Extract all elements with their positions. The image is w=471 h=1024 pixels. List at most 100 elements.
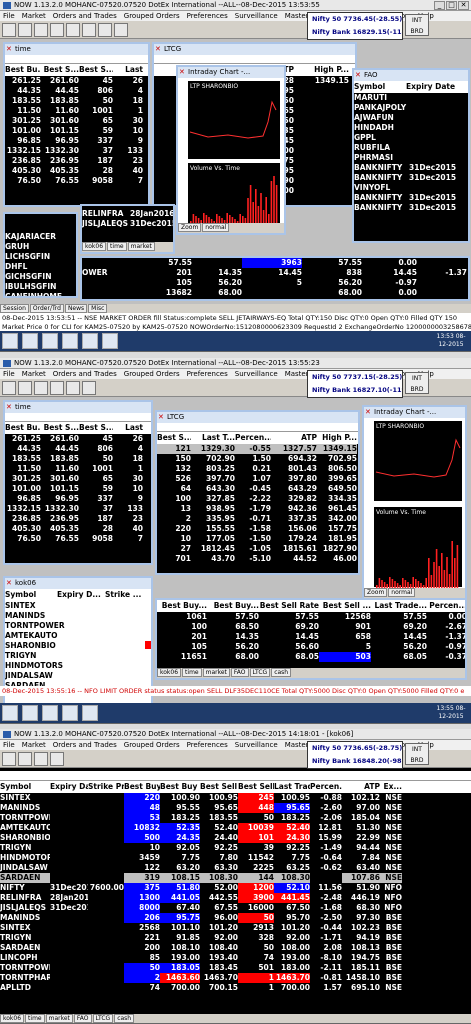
- toolbar-button[interactable]: [66, 381, 80, 395]
- list-item[interactable]: GRUH: [5, 242, 76, 252]
- app-icon[interactable]: [22, 705, 38, 721]
- int-brd-box[interactable]: INT BRD: [405, 743, 429, 765]
- table-row[interactable]: SINTEX 2568 101.10 101.20 2913 101.20 -0.44 102…: [0, 923, 471, 933]
- toolbar-button[interactable]: [50, 23, 64, 37]
- list-item[interactable]: CANFINHOME: [5, 292, 76, 296]
- table-row[interactable]: JINDALSAW: [5, 671, 151, 681]
- menu-item-market[interactable]: Market: [22, 370, 46, 378]
- table-row[interactable]: 101.00 101.15 59 10: [5, 484, 151, 494]
- table-row[interactable]: PANKAJPOLY: [354, 103, 468, 113]
- app-icon[interactable]: [42, 333, 58, 349]
- toolbar-button[interactable]: [66, 23, 80, 37]
- table-row[interactable]: 44.35 44.45 806 4: [5, 444, 151, 454]
- tab-misc[interactable]: Misc: [88, 304, 108, 313]
- market-window[interactable]: Best Buy... Best Buy...Best Sell Rate Best…: [155, 598, 467, 680]
- kok06-market-grid[interactable]: Symbol Expiry DateStrike Pri...Best Buy .…: [0, 781, 471, 1014]
- tab[interactable]: LTCG: [249, 668, 271, 677]
- table-row[interactable]: 220 155.55 -1.58 156.06 157.75: [157, 524, 358, 534]
- table-row[interactable]: HINDMOTORS 3459 7.75 7.80 11542 7.75 -0.64 7.84…: [0, 853, 471, 863]
- toolbar-button[interactable]: [114, 23, 128, 37]
- menu-item-grouped-orders[interactable]: Grouped Orders: [124, 12, 180, 20]
- table-row[interactable]: AMTEKAUTO 10832 52.35 52.40 10039 52.40 12.81 5…: [0, 823, 471, 833]
- table-row[interactable]: 11.50 11.60 1001 1: [5, 464, 151, 474]
- table-row[interactable]: SARDAEN 200 108.10 108.40 50 108.00 2.08 108.13…: [0, 943, 471, 953]
- close-button[interactable]: ✕: [458, 1, 469, 10]
- toolbar-button[interactable]: [50, 381, 64, 395]
- table-row[interactable]: JISLJALEQS 31Dec2015: [82, 219, 173, 229]
- table-row[interactable]: 101.00 101.15 59 10: [5, 126, 148, 136]
- toolbar-button[interactable]: [18, 752, 32, 766]
- app-icon[interactable]: [22, 333, 38, 349]
- table-row[interactable]: BANKNIFTY 31Dec2015: [354, 173, 468, 183]
- table-row[interactable]: 27 1812.45 -1.05 1815.61 1827.90: [157, 544, 358, 554]
- app-icon[interactable]: [42, 705, 58, 721]
- table-row[interactable]: BANKNIFTY 31Dec2015: [354, 193, 468, 203]
- toolbar-button[interactable]: [18, 381, 32, 395]
- menu-item-surveillance[interactable]: Surveillance: [235, 741, 278, 749]
- app-icon[interactable]: [82, 705, 98, 721]
- list-item[interactable]: DHFL: [5, 262, 76, 272]
- tab-cash[interactable]: cash: [114, 1014, 135, 1023]
- table-row[interactable]: 183.55 183.85 50 18: [5, 454, 151, 464]
- symbol-list-window[interactable]: KAJARIACER GRUH LICHSGFIN DHFL GICHSGFIN IBUL…: [3, 212, 78, 298]
- tab-ord-trd[interactable]: Order/Trd: [29, 304, 64, 313]
- table-row[interactable]: 526 397.70 1.07 397.80 399.65: [157, 474, 358, 484]
- time-window[interactable]: time Best Bu...Best S...Best S...Last 26…: [3, 400, 153, 565]
- table-row[interactable]: 2 335.95 -0.71 337.35 342.00: [157, 514, 358, 524]
- table-row[interactable]: 13682 68.00 68.00 0.00: [82, 288, 468, 298]
- market-window[interactable]: 57.55 3963 57.55 0.00 OWER 201 14.35 14.45 838 14…: [80, 256, 470, 301]
- table-row[interactable]: 64 643.30 -0.45 643.29 649.50: [157, 484, 358, 494]
- time-window[interactable]: time Best Bu...Best S...Best S...Last 26…: [3, 42, 150, 207]
- zoom-tab[interactable]: Zoom: [364, 588, 388, 597]
- int-brd-box[interactable]: INT BRD: [405, 372, 429, 394]
- table-row[interactable]: MANINDS 48 95.55 95.65 448 95.65 -2.60 97.00 NSE: [0, 803, 471, 813]
- table-row[interactable]: 105 56.20 56.60 5 56.20 -0.97: [157, 642, 465, 652]
- tab[interactable]: time: [107, 242, 127, 251]
- table-row[interactable]: 301.25 301.60 65 30: [5, 474, 151, 484]
- maximize-button[interactable]: □: [446, 1, 457, 10]
- fao-window[interactable]: FAO Symbol Expiry Date MARUTIPANKAJPOLYAJ…: [352, 68, 470, 243]
- list-item[interactable]: LICHSGFIN: [5, 252, 76, 262]
- table-row[interactable]: SHARONBIO: [5, 641, 151, 651]
- table-row[interactable]: 121 1329.30 -0.55 1327.57 1349.15: [157, 444, 358, 454]
- toolbar-button[interactable]: [34, 752, 48, 766]
- table-row[interactable]: 13 938.95 -1.79 942.36 961.45: [157, 504, 358, 514]
- toolbar-button[interactable]: [34, 23, 48, 37]
- table-row[interactable]: VINYOFL: [354, 183, 468, 193]
- normal-tab[interactable]: normal: [202, 223, 230, 232]
- table-row[interactable]: 57.55 3963 57.55 0.00: [82, 258, 468, 268]
- table-row[interactable]: TRIGYN: [5, 651, 151, 661]
- menu-item-preferences[interactable]: Preferences: [187, 12, 228, 20]
- table-row[interactable]: 701 43.70 -5.10 44.52 46.00: [157, 554, 358, 564]
- tab-market[interactable]: market: [45, 1014, 73, 1023]
- table-row[interactable]: SINTEX 220 100.90 100.95 245 100.95 -0.88 102.1…: [0, 793, 471, 803]
- table-row[interactable]: 405.30 405.35 28 40: [5, 166, 148, 176]
- table-row[interactable]: 1061 57.50 57.55 12568 57.55 0.00: [157, 612, 465, 622]
- tab-news[interactable]: News: [64, 304, 88, 313]
- intraday-chart-window[interactable]: Intraday Chart -... LTP SHARONBIO Volume…: [362, 405, 467, 600]
- table-row[interactable]: MANINDS 206 95.75 96.00 50 95.70 -2.50 97.30 BSE: [0, 913, 471, 923]
- table-row[interactable]: JINDALSAW 122 63.20 63.30 2225 63.25 -0.62 63.4…: [0, 863, 471, 873]
- table-row[interactable]: TORNTPHARM21463.601463.7011463.70-0.8114…: [0, 973, 471, 983]
- normal-tab[interactable]: normal: [388, 588, 416, 597]
- table-row[interactable]: 405.30 405.35 28 40: [5, 524, 151, 534]
- table-row[interactable]: 76.50 76.55 9058 7: [5, 534, 151, 544]
- table-row[interactable]: MANINDS: [5, 611, 151, 621]
- menu-item-grouped-orders[interactable]: Grouped Orders: [124, 741, 180, 749]
- menu-item-file[interactable]: File: [3, 12, 15, 20]
- filter-row[interactable]: [5, 55, 148, 64]
- app-icon[interactable]: [102, 333, 118, 349]
- menu-item-surveillance[interactable]: Surveillance: [235, 370, 278, 378]
- table-row[interactable]: RUBFILA: [354, 143, 468, 153]
- zoom-tab[interactable]: Zoom: [178, 223, 202, 232]
- table-row[interactable]: 301.25 301.60 65 30: [5, 116, 148, 126]
- table-row[interactable]: TORNTPOWER 50183.05 183.45 501 183.00 -2.11 18…: [0, 963, 471, 973]
- toolbar-button[interactable]: [50, 752, 64, 766]
- toolbar-button[interactable]: [2, 752, 16, 766]
- tab[interactable]: kok06: [82, 242, 107, 251]
- app-icon[interactable]: [62, 333, 78, 349]
- toolbar-button[interactable]: [98, 23, 112, 37]
- table-row[interactable]: 100 327.85 -2.22 329.82 334.35: [157, 494, 358, 504]
- list-item[interactable]: GICHSGFIN: [5, 272, 76, 282]
- menu-item-file[interactable]: File: [3, 741, 15, 749]
